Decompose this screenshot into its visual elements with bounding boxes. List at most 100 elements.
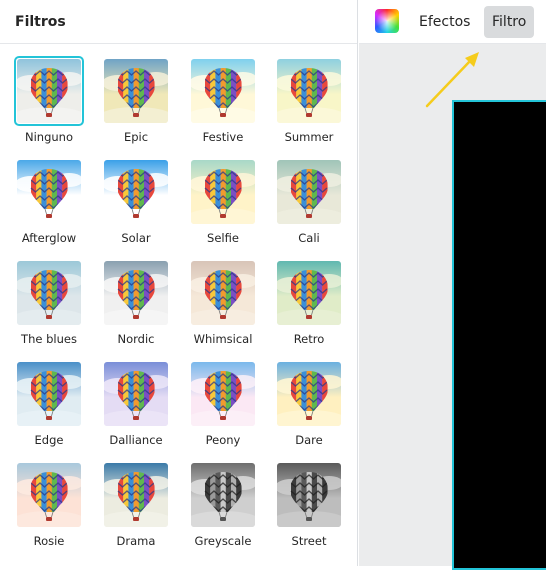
balloon-image-icon [277, 59, 341, 123]
filter-label: Rosie [33, 534, 65, 548]
filter-option-nordic[interactable]: Nordic [96, 258, 176, 346]
filter-label: Whimsical [193, 332, 253, 346]
filter-option-afterglow[interactable]: Afterglow [9, 157, 89, 245]
filter-thumbnail-frame [101, 56, 171, 126]
filter-label: Edge [34, 433, 64, 447]
filtro-button[interactable]: Filtro [484, 6, 535, 38]
editor-toolbar: Efectos Filtro [359, 0, 546, 44]
filter-thumbnail [191, 59, 255, 123]
panel-header: Filtros [0, 0, 357, 44]
design-canvas[interactable] [452, 100, 546, 570]
filter-option-peony[interactable]: Peony [183, 359, 263, 447]
filter-option-festive[interactable]: Festive [183, 56, 263, 144]
filter-label: Selfie [207, 231, 239, 245]
filter-thumbnail [277, 160, 341, 224]
filter-option-dalliance[interactable]: Dalliance [96, 359, 176, 447]
filter-label: Afterglow [21, 231, 77, 245]
filter-option-drama[interactable]: Drama [96, 460, 176, 548]
filter-thumbnail [17, 160, 81, 224]
filter-thumbnail [277, 362, 341, 426]
filter-thumbnail [17, 362, 81, 426]
filter-option-the-blues[interactable]: The blues [9, 258, 89, 346]
balloon-image-icon [104, 160, 168, 224]
balloon-image-icon [17, 59, 81, 123]
filter-thumbnail-frame [274, 157, 344, 227]
filter-option-ninguno[interactable]: Ninguno [9, 56, 89, 144]
filter-thumbnail [277, 463, 341, 527]
filter-option-summer[interactable]: Summer [269, 56, 349, 144]
filter-label: Summer [284, 130, 334, 144]
filter-thumbnail-frame [274, 359, 344, 429]
balloon-image-icon [191, 160, 255, 224]
filter-thumbnail [104, 59, 168, 123]
filter-label: Festive [202, 130, 244, 144]
balloon-image-icon [191, 261, 255, 325]
filter-option-retro[interactable]: Retro [269, 258, 349, 346]
filter-thumbnail [104, 261, 168, 325]
filter-label: Cali [298, 231, 320, 245]
filter-thumbnail-frame [101, 460, 171, 530]
filter-thumbnail-frame [188, 359, 258, 429]
filter-thumbnail [191, 261, 255, 325]
filter-label: Street [291, 534, 327, 548]
efectos-button[interactable]: Efectos [411, 6, 478, 38]
filter-thumbnail-frame [188, 460, 258, 530]
filter-thumbnail [277, 261, 341, 325]
balloon-image-icon [104, 463, 168, 527]
color-palette-icon[interactable] [375, 9, 399, 33]
balloon-image-icon [104, 261, 168, 325]
filter-thumbnail [17, 261, 81, 325]
filter-thumbnail-frame [274, 56, 344, 126]
filter-option-street[interactable]: Street [269, 460, 349, 548]
balloon-image-icon [277, 261, 341, 325]
filter-thumbnail [104, 160, 168, 224]
balloon-image-icon [17, 261, 81, 325]
filter-thumbnail-frame [101, 258, 171, 328]
filter-option-cali[interactable]: Cali [269, 157, 349, 245]
balloon-image-icon [17, 160, 81, 224]
filter-label: The blues [21, 332, 77, 346]
filter-label: Nordic [117, 332, 155, 346]
filter-label: Dalliance [109, 433, 163, 447]
filter-thumbnail [17, 59, 81, 123]
filter-option-selfie[interactable]: Selfie [183, 157, 263, 245]
filter-thumbnail [17, 463, 81, 527]
filter-option-dare[interactable]: Dare [269, 359, 349, 447]
filter-thumbnail-frame [274, 258, 344, 328]
filter-thumbnail-frame [14, 460, 84, 530]
filters-panel: Filtros Ninguno Epic Festive Summer Afte… [0, 0, 358, 566]
filter-thumbnail-frame [101, 157, 171, 227]
balloon-image-icon [191, 362, 255, 426]
filter-option-whimsical[interactable]: Whimsical [183, 258, 263, 346]
filter-thumbnail-frame [274, 460, 344, 530]
filter-thumbnail [191, 362, 255, 426]
filter-option-greyscale[interactable]: Greyscale [183, 460, 263, 548]
filter-label: Ninguno [25, 130, 73, 144]
panel-title: Filtros [15, 13, 66, 30]
filter-label: Epic [123, 130, 149, 144]
filter-label: Dare [295, 433, 323, 447]
balloon-image-icon [277, 160, 341, 224]
filter-label: Solar [121, 231, 151, 245]
balloon-image-icon [104, 59, 168, 123]
filter-option-epic[interactable]: Epic [96, 56, 176, 144]
balloon-image-icon [17, 463, 81, 527]
filter-option-edge[interactable]: Edge [9, 359, 89, 447]
filter-thumbnail-frame [188, 258, 258, 328]
balloon-image-icon [277, 463, 341, 527]
filter-label: Drama [116, 534, 156, 548]
filter-thumbnail [191, 463, 255, 527]
filter-label: Greyscale [194, 534, 252, 548]
balloon-image-icon [277, 362, 341, 426]
editor-area: Efectos Filtro [359, 0, 546, 570]
filter-thumbnail [104, 463, 168, 527]
balloon-image-icon [104, 362, 168, 426]
filter-thumbnail [277, 59, 341, 123]
filter-option-rosie[interactable]: Rosie [9, 460, 89, 548]
filter-thumbnail-frame [14, 359, 84, 429]
filter-option-solar[interactable]: Solar [96, 157, 176, 245]
filter-thumbnail-frame [188, 56, 258, 126]
filter-label: Peony [205, 433, 241, 447]
filter-thumbnail [104, 362, 168, 426]
filter-thumbnail-frame [14, 56, 84, 126]
